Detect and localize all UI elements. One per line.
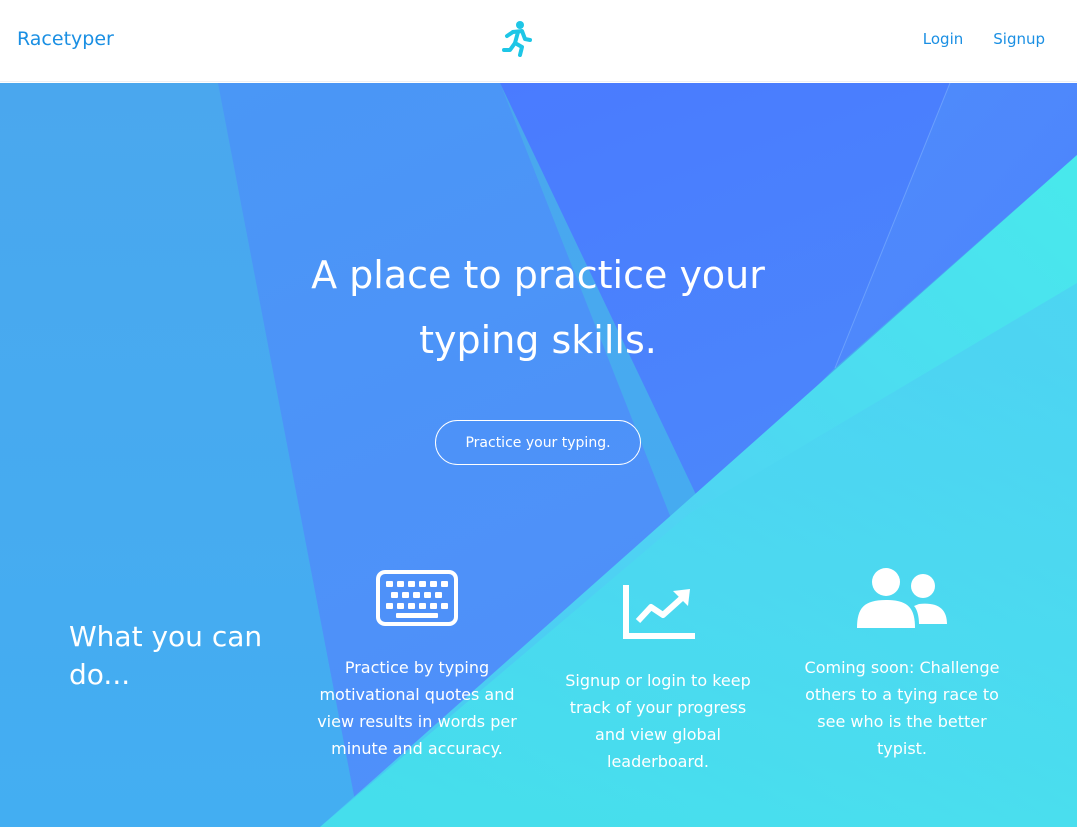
hero-section: A place to practice your typing skills. … [0,83,1077,827]
chart-line-icon [623,585,695,639]
login-link[interactable]: Login [923,30,963,48]
features-title: What you can do... [69,620,263,691]
signup-link[interactable]: Signup [993,30,1045,48]
feature-practice-text: Practice by typing motivational quotes a… [317,658,517,758]
nav-links: Login Signup [923,30,1045,48]
navbar: Racetyper Login Signup [0,0,1077,82]
users-icon [857,568,947,628]
practice-typing-button[interactable]: Practice your typing. [435,420,641,465]
hero-headline-line1: A place to practice your [311,253,765,297]
hero-headline: A place to practice your typing skills. [238,243,838,373]
feature-challenge-text: Coming soon: Challenge others to a tying… [804,658,1000,758]
runner-icon[interactable] [500,20,534,58]
feature-progress-text: Signup or login to keep track of your pr… [565,671,751,771]
hero-headline-line2: typing skills. [419,318,657,362]
keyboard-icon [376,570,458,626]
brand-link[interactable]: Racetyper [17,28,114,50]
